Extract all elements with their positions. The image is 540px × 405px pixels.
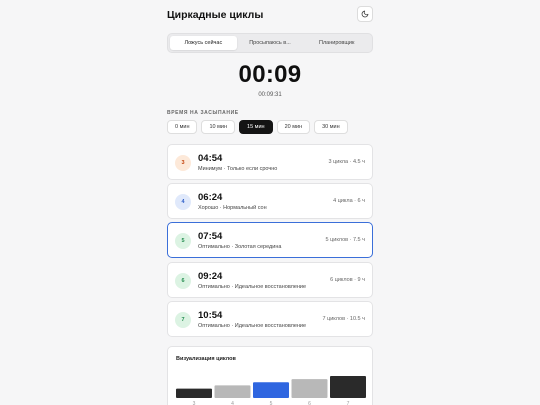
wake-option-card[interactable]: 6 09:24 Оптимально · Идеальное восстанов… [167,262,373,298]
fall-asleep-options: 0 мин 10 мин 15 мин 20 мин 30 мин [167,120,348,134]
chip-20-min[interactable]: 20 мин [276,120,311,134]
cycles-badge: 5 [175,233,191,249]
cycle-bar-label: 7 [347,401,350,405]
fall-asleep-label: ВРЕМЯ НА ЗАСЫПАНИЕ [167,110,239,116]
cycle-bar [214,385,251,398]
cycles-bar-chart: 3 4 5 6 7 [176,376,366,405]
tab-planner[interactable]: Планировщик [303,36,370,50]
wake-time: 04:54 [198,153,223,164]
cycles-badge: 4 [175,194,191,210]
wake-description: Оптимально · Идеальное восстановление [198,284,307,290]
theme-toggle-button[interactable] [357,6,373,22]
wake-time: 06:24 [198,192,223,203]
cycle-bar [176,388,212,398]
cycles-visualization: Визуализация циклов 34567 [167,346,373,405]
page-title: Циркадные циклы [167,9,264,21]
cycles-badge: 7 [175,312,191,328]
wake-description: Хорошо · Нормальный сон [198,205,267,211]
tab-wake-at[interactable]: Просыпаюсь в... [237,36,304,50]
wake-time: 09:24 [198,271,223,282]
cycles-duration: 6 циклов · 9 ч [330,277,365,283]
wake-description: Оптимально · Идеальное восстановление [198,323,307,329]
wake-description: Минимум · Только если срочно [198,166,278,172]
cycles-duration: 4 цикла · 6 ч [333,198,365,204]
cycle-bar [330,376,366,398]
wake-option-card[interactable]: 4 06:24 Хорошо · Нормальный сон 4 цикла … [167,183,373,219]
chip-0-min[interactable]: 0 мин [167,120,198,134]
cycle-bar [253,382,289,398]
timer-seconds: 00:09:31 [258,92,282,98]
chip-15-min[interactable]: 15 мин [239,120,273,134]
chip-10-min[interactable]: 10 мин [201,120,236,134]
cycle-bar-label: 6 [308,401,311,405]
cycle-bar-label: 3 [193,401,196,405]
cycles-duration: 5 циклов · 7.5 ч [325,237,365,243]
cycle-bar-label: 5 [270,401,273,405]
header: Циркадные циклы [167,6,373,26]
mode-tabs: Ложусь сейчас Просыпаюсь в... Планировщи… [167,33,373,53]
cycles-duration: 7 циклов · 10.5 ч [322,316,365,322]
cycles-badge: 6 [175,273,191,289]
cycles-duration: 3 цикла · 4.5 ч [328,159,365,165]
cycle-bar-label: 4 [231,401,234,405]
cycle-bar [291,379,328,398]
tab-sleep-now[interactable]: Ложусь сейчас [170,36,237,50]
wake-option-card[interactable]: 3 04:54 Минимум · Только если срочно 3 ц… [167,144,373,180]
wake-description: Оптимально · Золотая середина [198,244,282,250]
chip-30-min[interactable]: 30 мин [314,120,348,134]
cycles-badge: 3 [175,155,191,171]
wake-option-card[interactable]: 7 10:54 Оптимально · Идеальное восстанов… [167,301,373,337]
timer-display: 00:09 [238,61,302,88]
wake-time: 07:54 [198,231,223,242]
moon-icon [361,10,369,18]
wake-time: 10:54 [198,310,223,321]
wake-option-card-selected[interactable]: 5 07:54 Оптимально · Золотая середина 5 … [167,222,373,258]
